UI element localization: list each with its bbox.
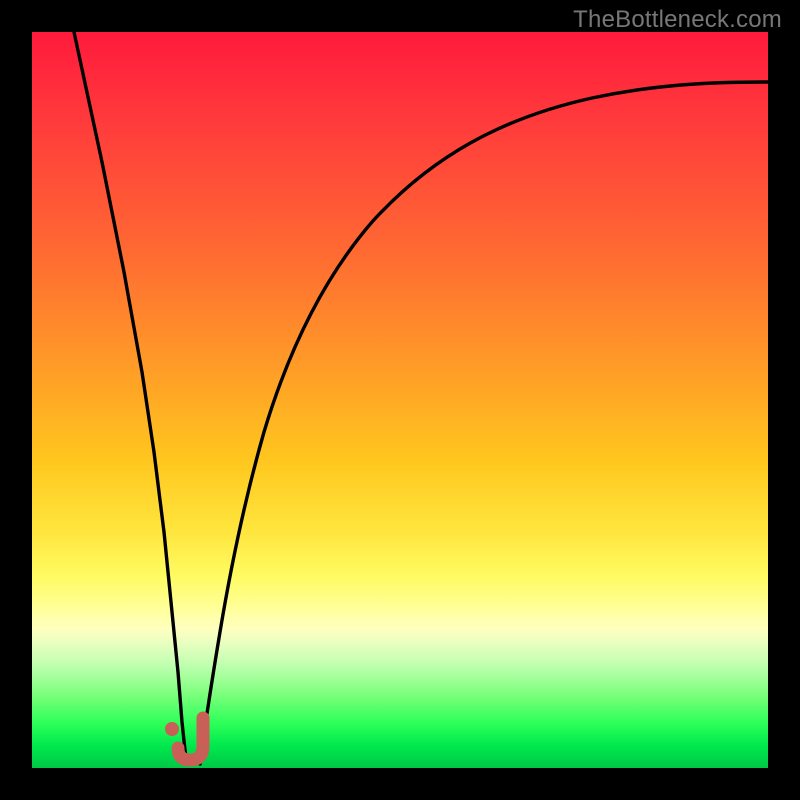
watermark-text: TheBottleneck.com: [573, 6, 782, 34]
plot-area: [32, 32, 768, 768]
curve-left: [74, 32, 187, 764]
curve-layer: [32, 32, 768, 768]
curve-right: [200, 82, 768, 764]
chart-frame: TheBottleneck.com: [0, 0, 800, 800]
